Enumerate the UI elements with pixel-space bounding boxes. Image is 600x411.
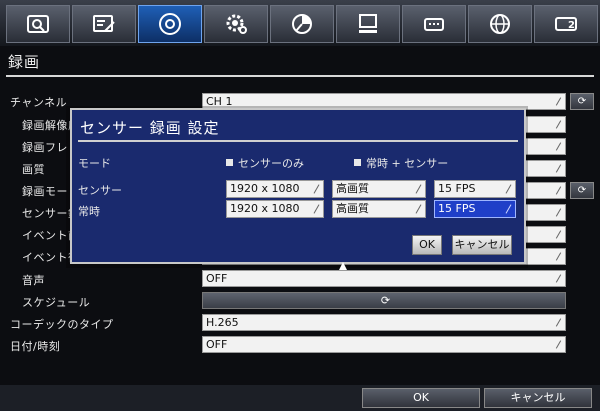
title-divider [6, 75, 594, 77]
dialog-title: センサー 録画 設定 [80, 119, 220, 137]
tab-device[interactable] [402, 5, 466, 43]
mode-sensor-only-radio[interactable]: センサーのみ [226, 155, 304, 171]
mode-sensor-only-label: センサーのみ [238, 157, 304, 170]
tab-network[interactable] [468, 5, 532, 43]
always-row-label: 常時 [78, 205, 100, 218]
sensor-fps-select[interactable]: 15 FPS [434, 180, 516, 198]
mouse-cursor-icon [339, 262, 347, 270]
frame-rate-label: 録画フレ [22, 141, 68, 154]
mode-always-sensor-label: 常時 + センサー [366, 157, 449, 170]
mode-always-sensor-radio[interactable]: 常時 + センサー [354, 155, 448, 171]
cancel-button[interactable]: キャンセル [484, 388, 592, 408]
system-badge-icon: 2 [555, 17, 577, 31]
camera-search-icon [27, 15, 49, 33]
quality-label: 画質 [22, 163, 45, 176]
channel-label: チャンネル [10, 96, 68, 109]
radio-dot-icon [226, 159, 233, 166]
radio-dot-icon [354, 159, 361, 166]
datetime-select[interactable]: OFF [202, 336, 566, 353]
record-disc-icon [159, 13, 181, 35]
record-mode-label: 録画モー [22, 185, 68, 198]
always-quality-select[interactable]: 高画質 [332, 200, 426, 218]
network-globe-icon [490, 14, 510, 34]
codec-select[interactable]: H.265 [202, 314, 566, 331]
ok-button[interactable]: OK [362, 388, 480, 408]
mode-label: モード [78, 157, 111, 170]
tab-statistics[interactable] [270, 5, 334, 43]
tab-display[interactable] [72, 5, 136, 43]
sensor-resolution-select[interactable]: 1920 x 1080 [226, 180, 324, 198]
sensor-record-dialog: センサー 録画 設定 モード センサーのみ 常時 + センサー センサー 192… [70, 108, 526, 264]
dialog-ok-button[interactable]: OK [412, 235, 442, 255]
pie-chart-icon [292, 14, 312, 34]
mode-config-button[interactable]: ⟳ [570, 182, 594, 199]
codec-label: コーデックのタイプ [10, 318, 114, 331]
page-title: 録画 [8, 53, 41, 71]
always-fps-select[interactable]: 15 FPS [434, 200, 516, 218]
top-menu-bar: 2 [0, 0, 600, 46]
audio-label: 音声 [22, 274, 45, 287]
copy-settings-button[interactable]: ⟳ [570, 93, 594, 110]
settings-gear-icon [226, 14, 247, 34]
computer-icon [359, 14, 377, 33]
edit-display-icon [93, 15, 115, 32]
sensor-quality-select[interactable]: 高画質 [332, 180, 426, 198]
datetime-label: 日付/時刻 [10, 340, 61, 353]
tab-settings[interactable] [204, 5, 268, 43]
device-icon [424, 18, 444, 31]
schedule-label: スケジュール [22, 296, 91, 309]
badge-text: 2 [568, 20, 575, 31]
schedule-button[interactable]: ⟳ [202, 292, 566, 309]
tab-search[interactable] [6, 5, 70, 43]
tab-info[interactable]: 2 [534, 5, 598, 43]
always-resolution-select[interactable]: 1920 x 1080 [226, 200, 324, 218]
audio-select[interactable]: OFF [202, 270, 566, 287]
tab-record[interactable] [138, 5, 202, 43]
dialog-divider [78, 140, 518, 142]
tab-system[interactable] [336, 5, 400, 43]
dialog-cancel-button[interactable]: キャンセル [452, 235, 512, 255]
sensor-row-label: センサー [78, 184, 122, 197]
